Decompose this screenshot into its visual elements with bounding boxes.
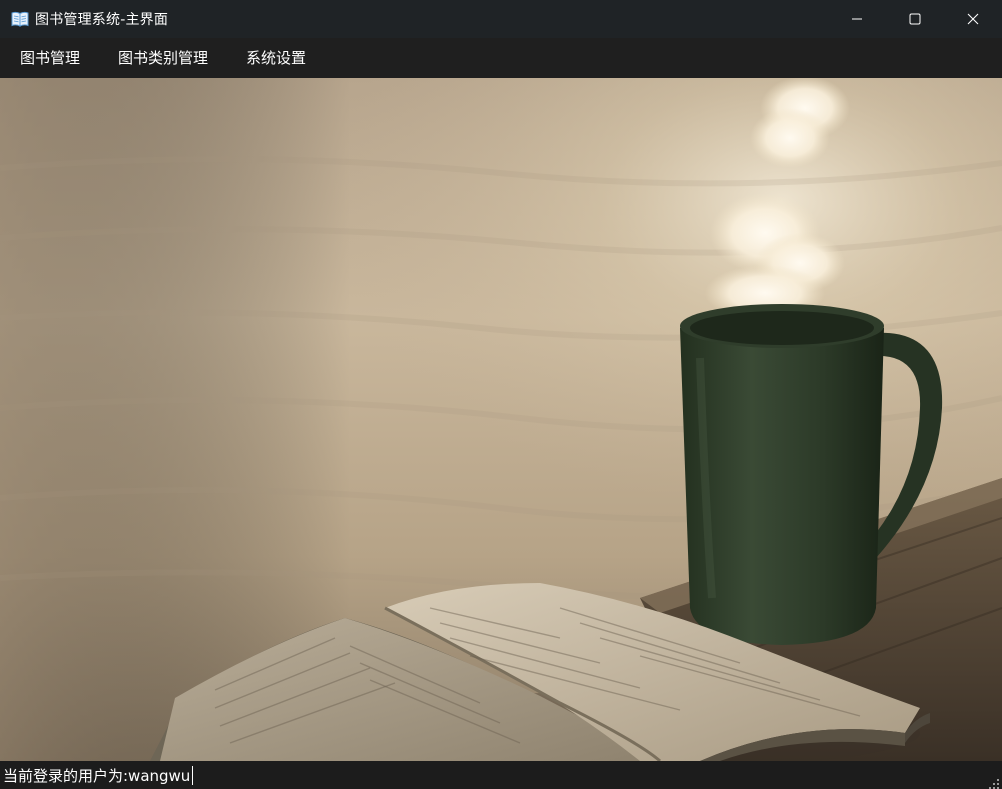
maximize-icon xyxy=(909,10,921,29)
current-user-label: 当前登录的用户为:wangwu xyxy=(3,766,191,785)
close-icon xyxy=(967,10,979,29)
main-window: 图书管理系统-主界面 图书管理 图书类别管理 系统设置 当前登录的用户为:wan… xyxy=(0,0,1002,789)
menu-system-settings[interactable]: 系统设置 xyxy=(228,38,324,78)
window-title: 图书管理系统-主界面 xyxy=(35,12,169,28)
window-controls xyxy=(828,0,1002,38)
maximize-button[interactable] xyxy=(886,0,944,38)
status-bar: 当前登录的用户为:wangwu xyxy=(0,761,1002,789)
close-button[interactable] xyxy=(944,0,1002,38)
minimize-icon xyxy=(851,10,863,29)
resize-grip-icon[interactable] xyxy=(988,775,1000,789)
menu-book-category-management[interactable]: 图书类别管理 xyxy=(100,38,226,78)
menu-book-management[interactable]: 图书管理 xyxy=(2,38,98,78)
background-image xyxy=(0,78,1002,761)
text-caret xyxy=(192,765,194,785)
title-bar[interactable]: 图书管理系统-主界面 xyxy=(0,0,1002,38)
menu-bar: 图书管理 图书类别管理 系统设置 xyxy=(0,38,1002,78)
book-icon xyxy=(11,10,29,28)
minimize-button[interactable] xyxy=(828,0,886,38)
